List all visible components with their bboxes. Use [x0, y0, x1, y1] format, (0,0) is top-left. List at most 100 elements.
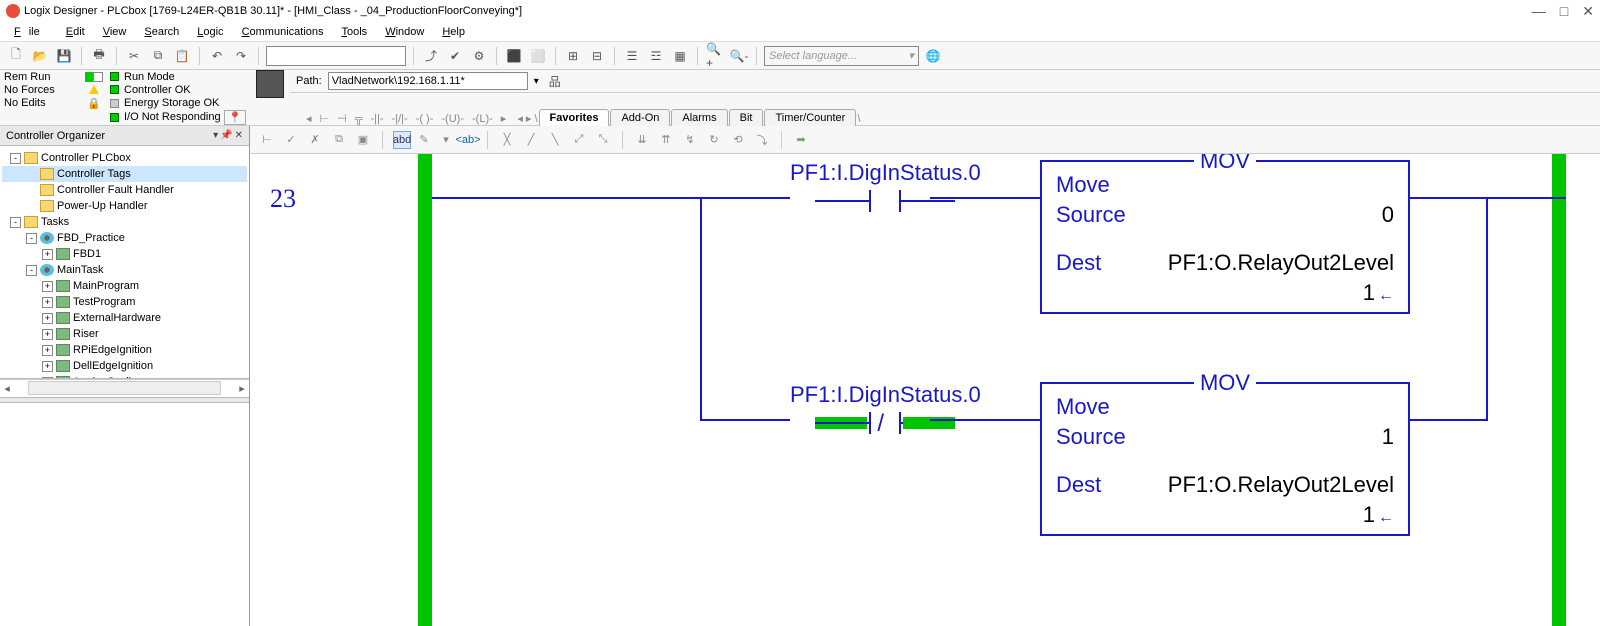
- paste-button[interactable]: 📋: [172, 46, 192, 66]
- dropdown-icon[interactable]: ▾: [213, 130, 218, 141]
- go-next-icon[interactable]: ➡: [792, 131, 810, 149]
- verify-button[interactable]: ✔: [445, 46, 465, 66]
- quick-select[interactable]: [266, 46, 406, 66]
- tree-node[interactable]: +Riser: [2, 326, 247, 342]
- toggle2-button[interactable]: ⊟: [587, 46, 607, 66]
- menu-file[interactable]: File: [6, 24, 56, 40]
- accept-edits-icon[interactable]: ✓: [282, 131, 300, 149]
- tb5-icon[interactable]: ⤡: [594, 131, 612, 149]
- tb1-icon[interactable]: ╳: [498, 131, 516, 149]
- close-panel-icon[interactable]: ✕: [235, 130, 243, 141]
- undo-button[interactable]: ↶: [207, 46, 227, 66]
- otu-icon[interactable]: -(U)-: [441, 113, 464, 125]
- build-button[interactable]: ⚙: [469, 46, 489, 66]
- print-button[interactable]: 🖶: [89, 46, 109, 66]
- tree-node[interactable]: +TestProgram: [2, 294, 247, 310]
- xic-icon[interactable]: -||-: [371, 113, 384, 125]
- tag-icon[interactable]: ✎: [415, 131, 433, 149]
- tree-node[interactable]: +FBD1: [2, 246, 247, 262]
- tree-node[interactable]: Controller Fault Handler: [2, 182, 247, 198]
- globe-icon[interactable]: 🌐: [923, 46, 943, 66]
- xic-contact[interactable]: PF1:I.DigInStatus.0: [790, 160, 981, 212]
- tree-node[interactable]: -FBD_Practice: [2, 230, 247, 246]
- branch-icon[interactable]: ╦: [355, 113, 363, 125]
- nav-prev-icon[interactable]: ◂: [306, 112, 312, 125]
- tree-node[interactable]: -Controller PLCbox: [2, 150, 247, 166]
- browse-path-button[interactable]: 品: [545, 71, 565, 91]
- abc-button[interactable]: abd: [393, 131, 411, 149]
- menu-communications[interactable]: Communications: [234, 24, 332, 40]
- tab-favorites[interactable]: Favorites: [539, 109, 610, 126]
- menu-tools[interactable]: Tools: [334, 24, 376, 40]
- close-button[interactable]: ✕: [1582, 3, 1594, 20]
- ladder-editor[interactable]: 23 PF1:I.DigInStatus.0 MOV Move: [250, 154, 1600, 626]
- project-tree[interactable]: -Controller PLCboxController TagsControl…: [0, 146, 249, 379]
- rung-start-icon[interactable]: ⊢: [320, 112, 330, 125]
- tree-node[interactable]: +DellEdgeIgnition: [2, 358, 247, 374]
- menu-search[interactable]: Search: [136, 24, 187, 40]
- menu-edit[interactable]: Edit: [58, 24, 93, 40]
- rung-end-icon[interactable]: ⊣: [337, 112, 347, 125]
- tree-node[interactable]: +RPiEdgeIgnition: [2, 342, 247, 358]
- tree-node[interactable]: Power-Up Handler: [2, 198, 247, 214]
- cut-button[interactable]: ✂: [124, 46, 144, 66]
- nav-next-icon[interactable]: ▸: [501, 112, 507, 125]
- pin-icon[interactable]: 📍: [224, 110, 246, 125]
- mov-instruction-2[interactable]: MOV Move Source1 DestPF1:O.RelayOut2Leve…: [1040, 382, 1410, 536]
- tb3-icon[interactable]: ╲: [546, 131, 564, 149]
- cross-ref-button[interactable]: ☰: [622, 46, 642, 66]
- tb8-icon[interactable]: ↯: [681, 131, 699, 149]
- menu-logic[interactable]: Logic: [189, 24, 231, 40]
- force-off-icon[interactable]: ⬜: [528, 46, 548, 66]
- save-button[interactable]: 💾: [54, 46, 74, 66]
- zoom-in-button[interactable]: 🔍+: [705, 46, 725, 66]
- toggle1-button[interactable]: ⊞: [563, 46, 583, 66]
- tree-node[interactable]: +AnalogScaling: [2, 374, 247, 379]
- tree-node[interactable]: +ExternalHardware: [2, 310, 247, 326]
- xio-icon[interactable]: -|/|-: [392, 113, 408, 125]
- assemble-edits-icon[interactable]: ⧉: [330, 131, 348, 149]
- tree-node[interactable]: Controller Tags: [2, 166, 247, 182]
- minimize-button[interactable]: —: [1532, 3, 1546, 19]
- copy-button[interactable]: ⧉: [148, 46, 168, 66]
- tree-hscrollbar[interactable]: ◂▸: [0, 379, 249, 397]
- zoom-out-button[interactable]: 🔍-: [729, 46, 749, 66]
- tb11-icon[interactable]: ⤵: [753, 131, 771, 149]
- language-select[interactable]: Select language...▾: [764, 46, 919, 66]
- tb2-icon[interactable]: ╱: [522, 131, 540, 149]
- properties-button[interactable]: ☲: [646, 46, 666, 66]
- tab-timer[interactable]: Timer/Counter: [764, 109, 856, 126]
- test-edits-icon[interactable]: ▣: [354, 131, 372, 149]
- menu-window[interactable]: Window: [377, 24, 432, 40]
- browse-button[interactable]: ▦: [670, 46, 690, 66]
- tab-bit[interactable]: Bit: [729, 109, 764, 126]
- dropdown2-icon[interactable]: ▾: [437, 131, 455, 149]
- goto-button[interactable]: ⤴: [421, 46, 441, 66]
- new-button[interactable]: 🗋: [6, 46, 26, 66]
- tb10-icon[interactable]: ⟲: [729, 131, 747, 149]
- menu-help[interactable]: Help: [434, 24, 473, 40]
- edit-rung-icon[interactable]: ⊢: [258, 131, 276, 149]
- xio-contact[interactable]: PF1:I.DigInStatus.0 /: [790, 382, 981, 434]
- tb9-icon[interactable]: ↻: [705, 131, 723, 149]
- pin-panel-icon[interactable]: 📌: [220, 130, 232, 141]
- tb7-icon[interactable]: ⇈: [657, 131, 675, 149]
- ab-tag-icon[interactable]: <ab>: [459, 131, 477, 149]
- tab-alarms[interactable]: Alarms: [671, 109, 727, 126]
- ote-icon[interactable]: -( )-: [416, 113, 434, 125]
- tb6-icon[interactable]: ⇊: [633, 131, 651, 149]
- tree-node[interactable]: -Tasks: [2, 214, 247, 230]
- menu-view[interactable]: View: [95, 24, 135, 40]
- cancel-edits-icon[interactable]: ✗: [306, 131, 324, 149]
- tree-node[interactable]: -MainTask: [2, 262, 247, 278]
- otl-icon[interactable]: -(L)-: [472, 113, 493, 125]
- maximize-button[interactable]: □: [1560, 3, 1568, 19]
- tab-addon[interactable]: Add-On: [610, 109, 670, 126]
- tree-node[interactable]: +MainProgram: [2, 278, 247, 294]
- open-button[interactable]: 📂: [30, 46, 50, 66]
- mov-instruction-1[interactable]: MOV Move Source0 DestPF1:O.RelayOut2Leve…: [1040, 160, 1410, 314]
- redo-button[interactable]: ↷: [231, 46, 251, 66]
- tb4-icon[interactable]: ⤢: [570, 131, 588, 149]
- force-on-icon[interactable]: ⬛: [504, 46, 524, 66]
- path-input[interactable]: [328, 72, 528, 90]
